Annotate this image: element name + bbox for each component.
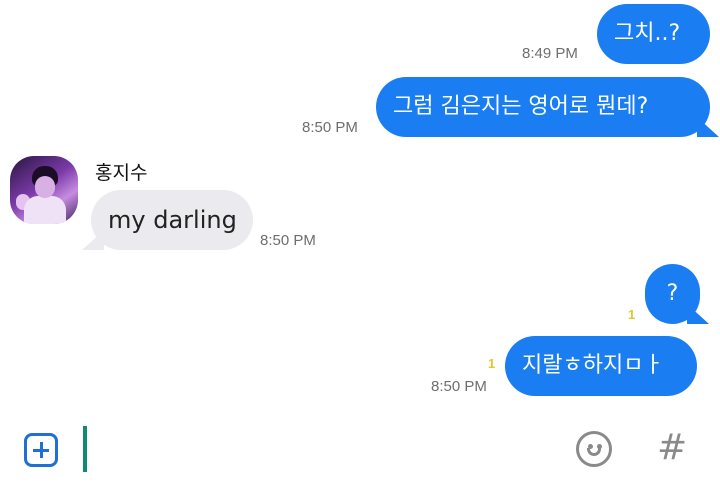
message-bubble-outgoing[interactable]: ?	[645, 264, 700, 324]
message-text: 그치..?	[614, 21, 681, 46]
unread-count: 1	[488, 356, 496, 371]
smiley-icon[interactable]	[576, 431, 612, 467]
message-time: 8:49 PM	[522, 45, 578, 62]
hash-icon[interactable]: #	[657, 428, 687, 468]
message-text: 지랄ㅎ하지ㅁㅏ	[522, 353, 664, 378]
message-text: 그럼 김은지는 영어로 뭔데?	[393, 94, 649, 119]
sender-name: 홍지수	[95, 162, 148, 184]
message-input[interactable]	[83, 426, 87, 472]
message-bubble-outgoing[interactable]: 그럼 김은지는 영어로 뭔데?	[376, 77, 710, 137]
message-time: 8:50 PM	[302, 119, 358, 136]
message-text: my darling	[108, 206, 237, 234]
message-text: ?	[666, 281, 679, 306]
avatar[interactable]	[10, 156, 78, 224]
message-time: 8:50 PM	[431, 378, 487, 395]
message-bubble-incoming[interactable]: my darling	[91, 190, 253, 250]
message-bubble-outgoing[interactable]: 지랄ㅎ하지ㅁㅏ	[505, 336, 697, 396]
plus-square-icon[interactable]	[24, 433, 58, 467]
unread-count: 1	[628, 307, 636, 322]
message-bubble-outgoing[interactable]: 그치..?	[597, 4, 710, 64]
composer-bar	[0, 420, 720, 492]
message-time: 8:50 PM	[260, 232, 316, 249]
